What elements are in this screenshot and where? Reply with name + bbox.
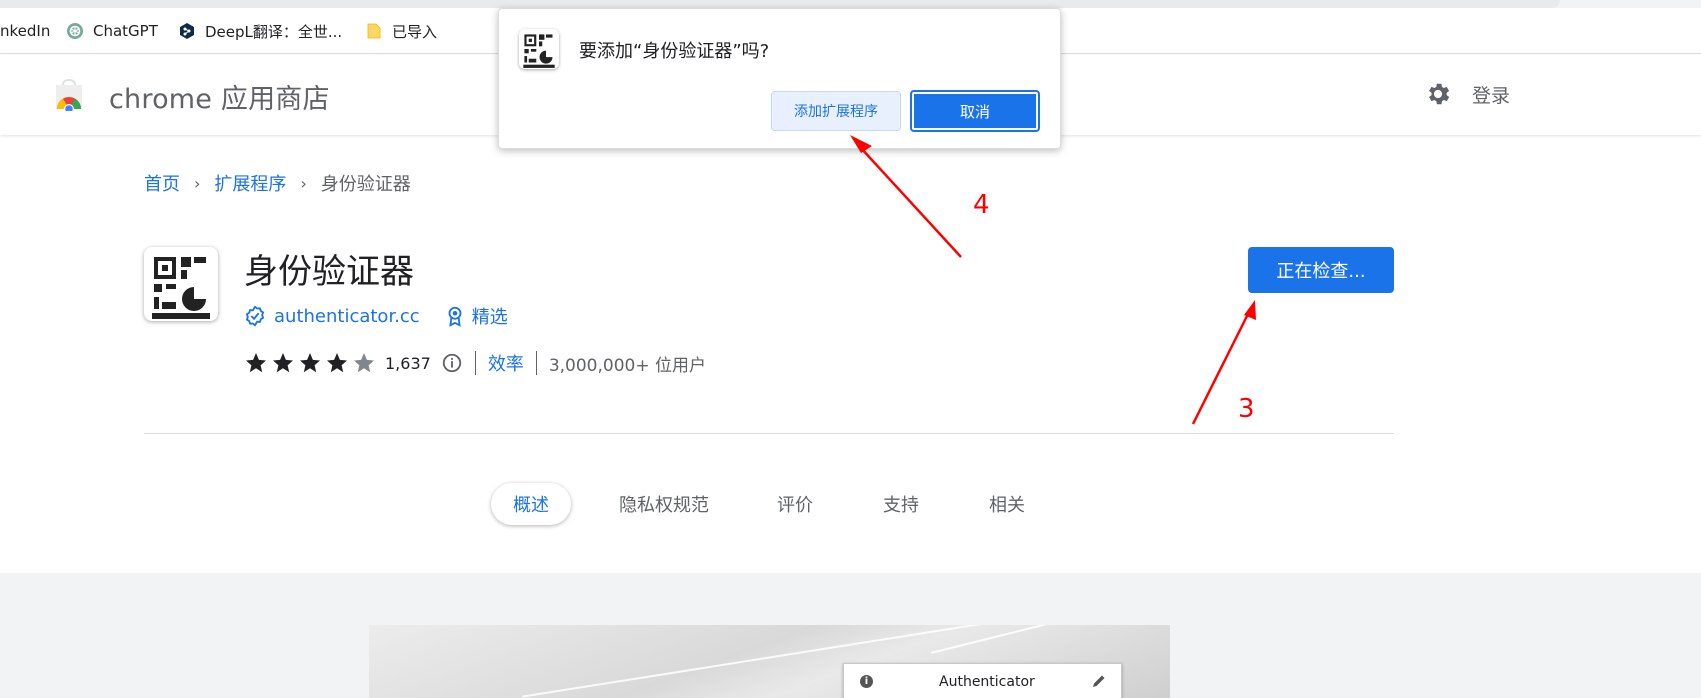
tab-related[interactable]: 相关 [978, 483, 1036, 525]
bookmark-folder-imported[interactable]: 已导入 [365, 20, 437, 42]
section-divider [144, 433, 1394, 434]
featured-badge-icon [448, 306, 462, 327]
qr-code-icon [152, 257, 210, 319]
login-link[interactable]: 登录 [1472, 81, 1510, 108]
bookmark-linkedin[interactable]: nkedIn [0, 20, 50, 42]
divider [535, 351, 537, 375]
bookmark-chatgpt[interactable]: ChatGPT [66, 20, 158, 42]
star-half-icon [354, 353, 374, 373]
arrow-step-4 [850, 135, 962, 258]
bookmark-deepl[interactable]: DeepL翻译：全世... [178, 20, 342, 42]
qr-code-icon [523, 34, 555, 68]
screenshot-app-title: Authenticator [939, 674, 1035, 690]
screenshot-app-card: i Authenticator [843, 663, 1122, 698]
bookmark-label: 已导入 [392, 22, 438, 41]
deepl-icon [180, 23, 194, 39]
breadcrumb-current: 身份验证器 [320, 174, 411, 195]
browser-window: nkedIn ChatGPT DeepL翻译：全世... 已导入 chrome … [0, 0, 1701, 698]
featured-link[interactable]: 精选 [472, 303, 508, 329]
user-count: 3,000,000+ 位用户 [548, 355, 706, 376]
breadcrumb-home[interactable]: 首页 [144, 170, 180, 196]
chevron-right-icon: › [194, 173, 201, 193]
rating-row: 1,637 效率 3,000,000+ 位用户 [244, 350, 706, 376]
star-filled-icon [327, 353, 347, 373]
extension-icon [144, 247, 218, 321]
pencil-icon [1093, 675, 1105, 687]
publisher-link[interactable]: authenticator.cc [274, 306, 420, 327]
extension-meta: authenticator.cc 精选 [244, 303, 508, 329]
annotation-number-3: 3 [1238, 394, 1255, 424]
info-icon: i [860, 675, 873, 688]
chatgpt-icon [67, 23, 83, 39]
bookmark-label: ChatGPT [93, 22, 158, 40]
add-to-chrome-button[interactable]: 正在检查... [1248, 247, 1394, 293]
cancel-button[interactable]: 取消 [910, 90, 1040, 132]
omnibox-edge [0, 0, 1701, 8]
breadcrumb-extensions[interactable]: 扩展程序 [214, 170, 286, 196]
star-filled-icon [273, 353, 293, 373]
chrome-web-store-logo-icon[interactable] [52, 79, 86, 111]
dialog-title: 要添加“身份验证器”吗? [579, 41, 770, 62]
bookmark-label: DeepL翻译：全世... [205, 22, 343, 41]
category-link[interactable]: 效率 [488, 350, 524, 376]
dialog-extension-icon [519, 29, 559, 69]
verified-badge-icon [245, 305, 265, 327]
add-extension-dialog: 要添加“身份验证器”吗? 添加扩展程序 取消 [498, 8, 1061, 149]
rating-count: 1,637 [385, 353, 431, 373]
info-icon[interactable] [441, 352, 463, 374]
tab-reviews[interactable]: 评价 [766, 483, 824, 525]
star-filled-icon [246, 353, 266, 373]
annotation-number-4: 4 [973, 190, 990, 220]
detail-tabs: 概述 隐私权规范 评价 支持 相关 [0, 483, 1701, 527]
gear-icon[interactable] [1424, 80, 1452, 108]
extension-title: 身份验证器 [244, 252, 414, 292]
divider [474, 351, 476, 375]
breadcrumb: 首页 › 扩展程序 › 身份验证器 [144, 170, 411, 196]
tab-overview[interactable]: 概述 [491, 483, 571, 525]
folder-icon [367, 23, 381, 39]
store-title[interactable]: chrome 应用商店 [109, 77, 330, 116]
add-extension-button[interactable]: 添加扩展程序 [771, 91, 901, 131]
tab-privacy[interactable]: 隐私权规范 [612, 483, 716, 525]
tab-support[interactable]: 支持 [872, 483, 930, 525]
address-bar[interactable] [0, 0, 1560, 8]
chevron-right-icon: › [300, 173, 307, 193]
bookmark-label: nkedIn [0, 22, 51, 40]
star-filled-icon [300, 353, 320, 373]
